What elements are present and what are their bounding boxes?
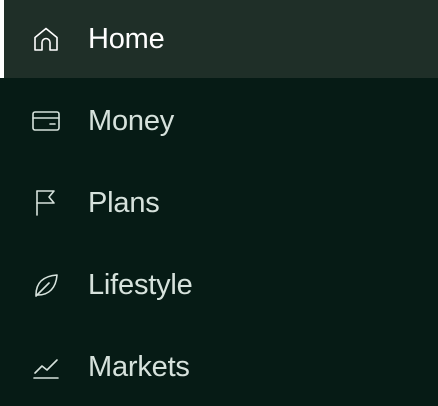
- home-icon: [30, 23, 62, 55]
- wallet-icon: [30, 105, 62, 137]
- leaf-icon: [30, 269, 62, 301]
- nav-item-money[interactable]: Money: [0, 82, 438, 160]
- nav-item-markets[interactable]: Markets: [0, 328, 438, 406]
- sidebar-nav: Home Money Plans Lifestyle Markets: [0, 0, 438, 406]
- nav-item-label: Markets: [88, 350, 190, 383]
- nav-item-label: Home: [88, 22, 165, 55]
- chart-line-icon: [30, 351, 62, 383]
- nav-item-home[interactable]: Home: [0, 0, 438, 78]
- flag-icon: [30, 187, 62, 219]
- nav-item-lifestyle[interactable]: Lifestyle: [0, 246, 438, 324]
- nav-item-plans[interactable]: Plans: [0, 164, 438, 242]
- nav-item-label: Plans: [88, 186, 160, 219]
- nav-item-label: Lifestyle: [88, 268, 193, 301]
- nav-item-label: Money: [88, 104, 175, 137]
